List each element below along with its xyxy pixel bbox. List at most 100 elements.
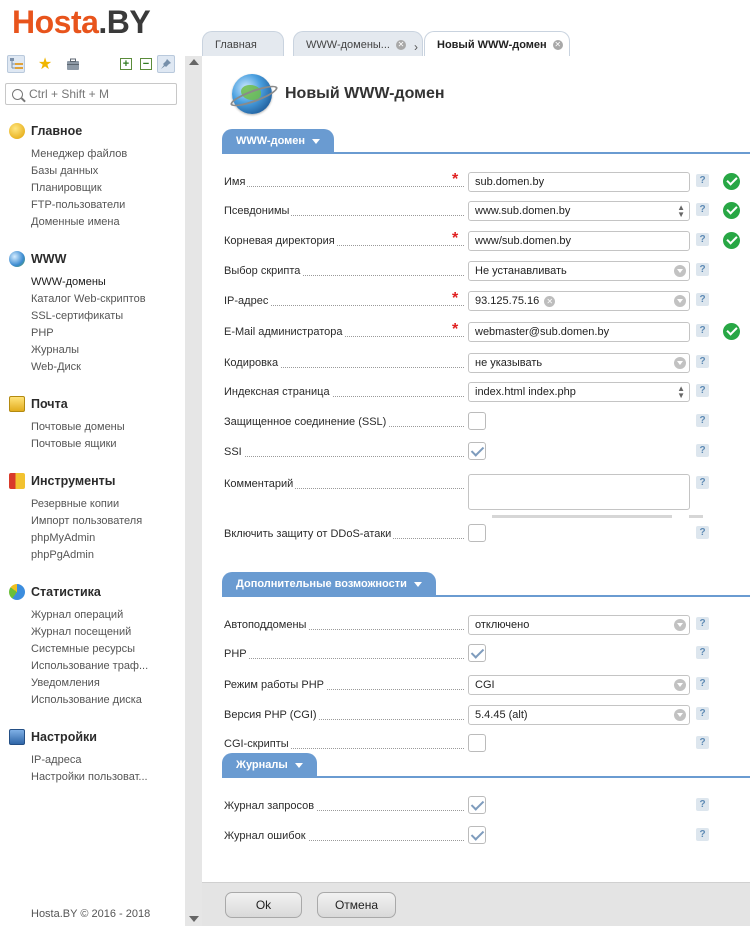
help-icon[interactable]: ? bbox=[696, 736, 709, 749]
sidebar-item-databases[interactable]: Базы данных bbox=[31, 163, 127, 180]
hosta-logo[interactable]: Hosta.BY bbox=[12, 4, 151, 41]
sidebar-item-visits-log[interactable]: Журнал посещений bbox=[31, 624, 148, 641]
pin-icon[interactable] bbox=[157, 55, 175, 73]
admin-email-input[interactable]: webmaster@sub.domen.by bbox=[468, 322, 690, 342]
scroll-up-arrow-icon[interactable] bbox=[189, 59, 199, 65]
textarea-resize-handle[interactable] bbox=[492, 515, 672, 518]
textarea-resize-corner[interactable] bbox=[689, 515, 703, 518]
sidebar-item-phppgadmin[interactable]: phpPgAdmin bbox=[31, 547, 142, 564]
sidebar-item-import-user[interactable]: Импорт пользователя bbox=[31, 513, 142, 530]
sidebar-item-web-disk[interactable]: Web-Диск bbox=[31, 359, 146, 376]
menu-search-input[interactable] bbox=[29, 87, 169, 101]
help-icon[interactable]: ? bbox=[696, 707, 709, 720]
help-icon[interactable]: ? bbox=[696, 476, 709, 489]
sidebar-item-ssl-certificates[interactable]: SSL-сертификаты bbox=[31, 308, 146, 325]
sidebar-section-header[interactable]: Главное bbox=[9, 122, 127, 140]
sidebar-item-operations-log[interactable]: Журнал операций bbox=[31, 607, 148, 624]
help-icon[interactable]: ? bbox=[696, 798, 709, 811]
cgi-scripts-checkbox[interactable] bbox=[468, 734, 486, 752]
help-icon[interactable]: ? bbox=[696, 444, 709, 457]
close-tab-icon[interactable]: ✕ bbox=[552, 40, 563, 50]
sidebar-scrollbar[interactable] bbox=[185, 56, 202, 926]
sidebar-section-header[interactable]: Статистика bbox=[9, 583, 148, 601]
tree-view-icon[interactable] bbox=[7, 55, 25, 73]
group-tab-www-domain[interactable]: WWW-домен bbox=[222, 129, 335, 153]
sidebar-item-ip-addresses[interactable]: IP-адреса bbox=[31, 752, 148, 769]
php-checkbox[interactable] bbox=[468, 644, 486, 662]
favorites-star-icon[interactable]: ★ bbox=[36, 55, 54, 73]
sidebar-item-mailboxes[interactable]: Почтовые ящики bbox=[31, 436, 125, 453]
sidebar-item-logs[interactable]: Журналы bbox=[31, 342, 146, 359]
sidebar-item-scheduler[interactable]: Планировщик bbox=[31, 180, 127, 197]
help-icon[interactable]: ? bbox=[696, 828, 709, 841]
sidebar-section-header[interactable]: Инструменты bbox=[9, 472, 142, 490]
scroll-down-arrow-icon[interactable] bbox=[189, 916, 199, 922]
sidebar-item-web-scripts[interactable]: Каталог Web-скриптов bbox=[31, 291, 146, 308]
briefcase-icon[interactable] bbox=[64, 55, 82, 73]
access-log-checkbox[interactable] bbox=[468, 796, 486, 814]
close-tab-icon[interactable]: ✕ bbox=[395, 39, 406, 50]
ssl-checkbox[interactable] bbox=[468, 412, 486, 430]
charset-select[interactable]: не указывать bbox=[468, 353, 690, 373]
autosubdomains-select[interactable]: отключено bbox=[468, 615, 690, 635]
sidebar-item-file-manager[interactable]: Менеджер файлов bbox=[31, 146, 127, 163]
help-icon[interactable]: ? bbox=[696, 617, 709, 630]
name-input[interactable]: sub.domen.by bbox=[468, 172, 690, 192]
globe-icon bbox=[232, 74, 272, 114]
sidebar-section-header[interactable]: Настройки bbox=[9, 728, 148, 746]
group-title: Журналы bbox=[236, 759, 288, 771]
sidebar-item-system-resources[interactable]: Системные ресурсы bbox=[31, 641, 148, 658]
help-icon[interactable]: ? bbox=[696, 646, 709, 659]
group-tab-logs[interactable]: Журналы bbox=[222, 753, 317, 777]
help-icon[interactable]: ? bbox=[696, 233, 709, 246]
comment-textarea[interactable] bbox=[468, 474, 690, 510]
group-tab-extra-features[interactable]: Дополнительные возможности bbox=[222, 572, 436, 596]
help-icon[interactable]: ? bbox=[696, 203, 709, 216]
expand-arrows-icon[interactable]: ▲ ▼ bbox=[677, 204, 685, 219]
help-icon[interactable]: ? bbox=[696, 324, 709, 337]
ok-button[interactable]: Ok bbox=[225, 892, 302, 918]
sidebar-item-notifications[interactable]: Уведомления bbox=[31, 675, 148, 692]
expand-arrows-icon[interactable]: ▲ ▼ bbox=[677, 385, 685, 400]
php-mode-select[interactable]: CGI bbox=[468, 675, 690, 695]
sidebar-section-header[interactable]: WWW bbox=[9, 250, 146, 268]
help-icon[interactable]: ? bbox=[696, 174, 709, 187]
sidebar-item-backups[interactable]: Резервные копии bbox=[31, 496, 142, 513]
sidebar-item-user-settings[interactable]: Настройки пользоват... bbox=[31, 769, 148, 786]
help-icon[interactable]: ? bbox=[696, 355, 709, 368]
sidebar-item-ftp-users[interactable]: FTP-пользователи bbox=[31, 197, 127, 214]
help-icon[interactable]: ? bbox=[696, 293, 709, 306]
tab-new-www-domain[interactable]: Новый WWW-домен ✕ bbox=[424, 31, 570, 58]
ddos-protection-checkbox[interactable] bbox=[468, 524, 486, 542]
help-icon[interactable]: ? bbox=[696, 384, 709, 397]
menu-search[interactable] bbox=[5, 83, 177, 105]
cancel-button[interactable]: Отмена bbox=[317, 892, 396, 918]
help-icon[interactable]: ? bbox=[696, 677, 709, 690]
tab-www-domains[interactable]: WWW-домены... ✕ bbox=[293, 31, 423, 57]
root-dir-input[interactable]: www/sub.domen.by bbox=[468, 231, 690, 251]
aliases-input[interactable]: www.sub.domen.by ▲ ▼ bbox=[468, 201, 690, 221]
sidebar-item-mail-domains[interactable]: Почтовые домены bbox=[31, 419, 125, 436]
sidebar-section-header[interactable]: Почта bbox=[9, 395, 125, 413]
sidebar-item-php[interactable]: PHP bbox=[31, 325, 146, 342]
error-log-checkbox[interactable] bbox=[468, 826, 486, 844]
collapse-all-icon[interactable]: − bbox=[137, 55, 155, 73]
help-icon[interactable]: ? bbox=[696, 263, 709, 276]
ip-select[interactable]: 93.125.75.16 ✕ bbox=[468, 291, 690, 311]
sidebar-item-domain-names[interactable]: Доменные имена bbox=[31, 214, 127, 231]
tab-home[interactable]: Главная bbox=[202, 31, 284, 57]
ssi-checkbox[interactable] bbox=[468, 442, 486, 460]
index-page-input[interactable]: index.html index.php ▲ ▼ bbox=[468, 382, 690, 402]
sidebar-item-www-domains[interactable]: WWW-домены bbox=[31, 274, 146, 291]
help-icon[interactable]: ? bbox=[696, 414, 709, 427]
php-version-select[interactable]: 5.4.45 (alt) bbox=[468, 705, 690, 725]
sidebar-section-title: Главное bbox=[31, 124, 83, 138]
help-icon[interactable]: ? bbox=[696, 526, 709, 539]
sidebar-item-disk-usage[interactable]: Использование диска bbox=[31, 692, 148, 709]
remove-chip-icon[interactable]: ✕ bbox=[544, 295, 556, 307]
field-label: Режим работы PHP bbox=[224, 679, 326, 691]
expand-all-icon[interactable]: + bbox=[117, 55, 135, 73]
script-select[interactable]: Не устанавливать bbox=[468, 261, 690, 281]
sidebar-item-traffic-usage[interactable]: Использование траф... bbox=[31, 658, 148, 675]
sidebar-item-phpmyadmin[interactable]: phpMyAdmin bbox=[31, 530, 142, 547]
